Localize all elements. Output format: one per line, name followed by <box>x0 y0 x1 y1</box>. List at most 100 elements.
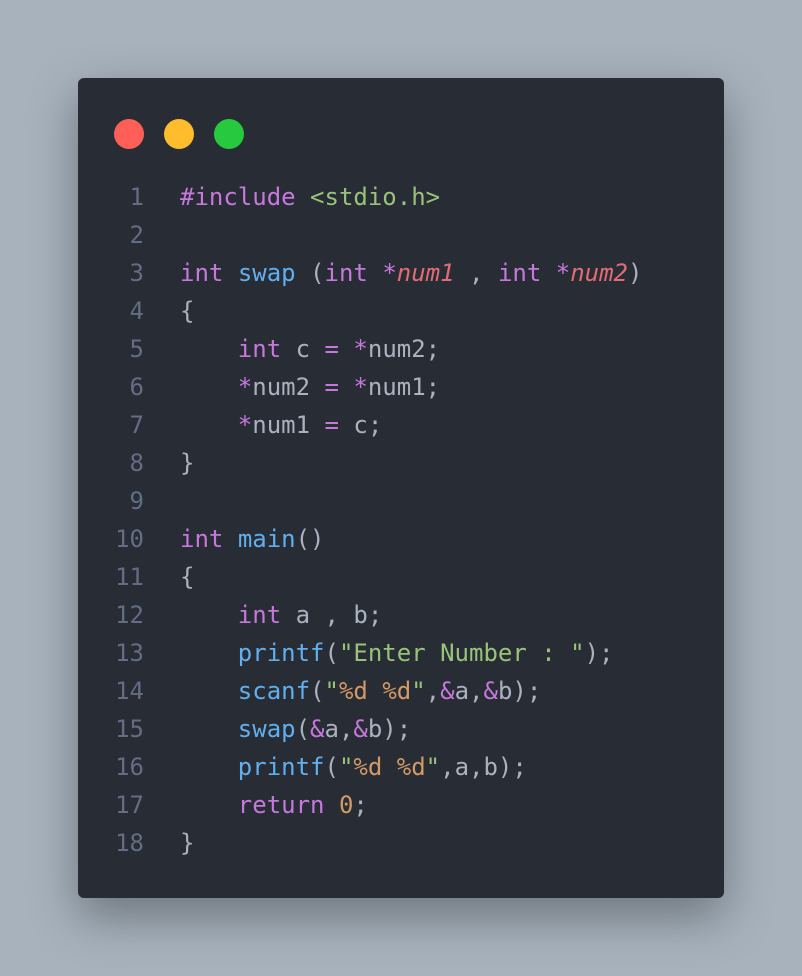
line-code: { <box>180 558 194 596</box>
maximize-window-button[interactable] <box>214 119 244 149</box>
code-token: ,a,b); <box>440 753 527 781</box>
code-token: & <box>310 715 325 743</box>
code-token: #include <box>180 183 296 211</box>
code-line: 5 int c = *num2; <box>78 330 724 368</box>
line-number: 11 <box>115 563 144 591</box>
code-line: 8} <box>78 444 724 482</box>
code-line: 3 int swap (int *num1 , int *num2) <box>78 254 724 292</box>
code-line: 14 scanf("%d %d",&a,&b); <box>78 672 724 710</box>
code-token: a , b; <box>281 601 383 629</box>
code-line: 10 int main() <box>78 520 724 558</box>
code-line: 17 return 0; <box>78 786 724 824</box>
line-number: 5 <box>129 335 144 363</box>
code-token: int <box>237 335 282 363</box>
code-token: num2; <box>367 335 441 363</box>
code-line: 11 { <box>78 558 724 596</box>
line-number: 12 <box>115 601 144 629</box>
code-token: * <box>237 373 253 401</box>
code-token: swap <box>237 259 296 287</box>
code-token: num1; <box>367 373 441 401</box>
code-line: 18} <box>78 824 724 862</box>
code-token: %d <box>396 753 426 781</box>
code-token: "Enter Number : " <box>338 639 585 667</box>
code-editor[interactable]: 1 #include <stdio.h> 2 3 int swap (int *num1… <box>78 178 724 862</box>
code-token: num1 <box>396 259 455 287</box>
minimize-window-button[interactable] <box>164 119 194 149</box>
code-token: & <box>483 677 498 705</box>
code-token: ( <box>295 715 311 743</box>
line-code: *num2 = *num1; <box>180 368 440 406</box>
line-code: return 0; <box>180 786 368 824</box>
code-token: * <box>353 335 368 363</box>
line-code: } <box>180 444 194 482</box>
code-token: } <box>180 449 195 477</box>
line-code: } <box>180 824 194 862</box>
line-code: printf("%d %d",a,b); <box>180 748 527 786</box>
code-token: c <box>281 335 325 363</box>
code-token: scanf <box>237 677 311 705</box>
code-token: " <box>411 677 426 705</box>
code-token: " <box>425 753 441 781</box>
line-number: 13 <box>115 639 144 667</box>
code-token: = <box>324 373 339 401</box>
line-code: #include <stdio.h> <box>180 178 440 216</box>
code-token: %d <box>353 753 383 781</box>
code-token: & <box>440 677 455 705</box>
line-code: scanf("%d %d",&a,&b); <box>180 672 542 710</box>
code-line: 13 printf("Enter Number : "); <box>78 634 724 672</box>
code-token: ) <box>628 259 643 287</box>
line-code: int a , b; <box>180 596 383 634</box>
code-window: 1 #include <stdio.h> 2 3 int swap (int *num1… <box>78 78 724 898</box>
line-number: 2 <box>129 221 144 249</box>
code-token: () <box>295 525 325 553</box>
line-code: int swap (int *num1 , int *num2) <box>180 254 642 292</box>
line-number: 17 <box>115 791 144 819</box>
line-number: 9 <box>129 487 144 515</box>
line-number: 4 <box>129 297 144 325</box>
code-token: c; <box>338 411 383 439</box>
code-token: b); <box>367 715 412 743</box>
code-token: ( <box>324 639 339 667</box>
code-line: 6 *num2 = *num1; <box>78 368 724 406</box>
code-token: & <box>353 715 368 743</box>
code-token: , <box>454 259 498 287</box>
code-token: * <box>555 259 571 287</box>
code-token: int <box>237 601 282 629</box>
code-token: = <box>324 411 339 439</box>
line-number: 18 <box>115 829 144 857</box>
code-token: 0 <box>338 791 354 819</box>
line-code: { <box>180 292 194 330</box>
code-token: return <box>237 791 325 819</box>
code-token: ( <box>310 677 325 705</box>
code-token: <stdio.h> <box>310 183 441 211</box>
code-line: 15 swap(&a,&b); <box>78 710 724 748</box>
code-token: num2 <box>252 373 325 401</box>
code-line: 1 #include <stdio.h> <box>78 178 724 216</box>
line-number: 1 <box>129 183 144 211</box>
line-code: int c = *num2; <box>180 330 440 368</box>
code-token: } <box>180 829 195 857</box>
code-token: " <box>338 753 354 781</box>
code-token: b); <box>497 677 542 705</box>
code-token: int <box>497 259 542 287</box>
close-window-button[interactable] <box>114 119 144 149</box>
code-token: printf <box>237 753 325 781</box>
code-token: swap <box>237 715 296 743</box>
line-number: 16 <box>115 753 144 781</box>
line-code: printf("Enter Number : "); <box>180 634 614 672</box>
code-line: 4{ <box>78 292 724 330</box>
line-code: swap(&a,&b); <box>180 710 411 748</box>
code-token: %d <box>382 677 412 705</box>
